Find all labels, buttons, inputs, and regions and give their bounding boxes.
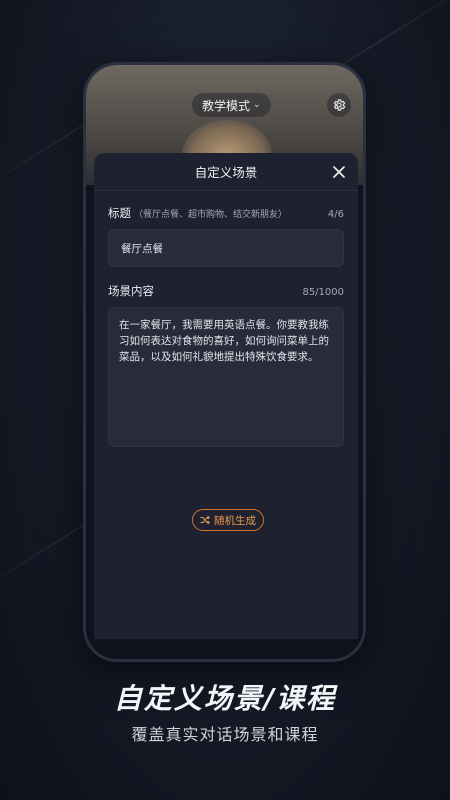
sheet-title: 自定义场景 (194, 165, 258, 180)
sheet-header: 自定义场景 (94, 153, 358, 191)
promo-subline: 覆盖真实对话场景和课程 (131, 725, 319, 744)
content-textarea-value: 在一家餐厅，我需要用英语点餐。你要教我练习如何表达对食物的喜好，如何询问菜单上的… (119, 319, 329, 363)
content-textarea[interactable]: 在一家餐厅，我需要用英语点餐。你要教我练习如何表达对食物的喜好，如何询问菜单上的… (108, 307, 344, 447)
mode-selector[interactable]: 教学模式 ⌄ (192, 93, 271, 117)
close-icon (333, 166, 345, 178)
promo-headline: 自定义场景/课程 (113, 682, 337, 715)
title-counter: 4/6 (327, 209, 344, 220)
gear-icon (333, 99, 346, 111)
custom-scene-sheet: 自定义场景 标题 （餐厅点餐、超市购物、结交新朋友） 4/6 餐厅点餐 场景内容 … (94, 153, 358, 639)
title-input-value: 餐厅点餐 (121, 242, 163, 255)
shuffle-icon (200, 515, 210, 525)
chevron-down-icon: ⌄ (253, 100, 261, 110)
title-input[interactable]: 餐厅点餐 (108, 229, 344, 267)
content-counter: 85/1000 (302, 287, 344, 298)
content-label: 场景内容 (108, 284, 154, 298)
close-button[interactable] (330, 163, 348, 181)
random-generate-button[interactable]: 随机生成 (192, 509, 264, 531)
title-label: 标题 (108, 206, 131, 220)
random-generate-label: 随机生成 (214, 514, 256, 527)
title-field-header: 标题 （餐厅点餐、超市购物、结交新朋友） 4/6 (94, 202, 358, 221)
mode-selector-label: 教学模式 (202, 98, 251, 113)
phone-mockup: 教学模式 ⌄ 自定义场景 标题 （餐厅点餐、超市购物、结交新朋友） 4/6 餐厅点… (83, 62, 366, 662)
settings-button[interactable] (327, 93, 351, 117)
title-hint: （餐厅点餐、超市购物、结交新朋友） (134, 210, 288, 220)
content-field-header: 场景内容 85/1000 (94, 283, 358, 299)
